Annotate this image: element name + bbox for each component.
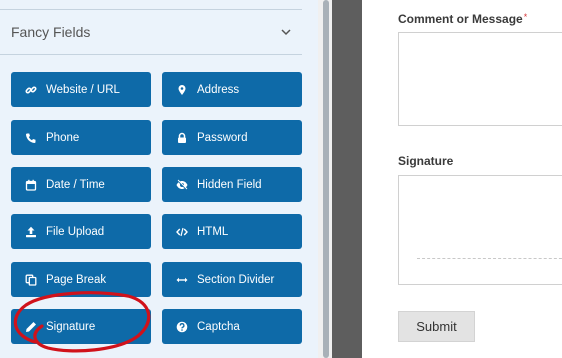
field-button-signature[interactable]: Signature: [11, 309, 151, 344]
section-title: Fancy Fields: [11, 24, 91, 40]
code-icon: [176, 226, 188, 238]
eye-slash-icon: [176, 179, 188, 191]
field-button-section-divider[interactable]: Section Divider: [162, 262, 302, 297]
section-bottom-divider: [0, 54, 302, 55]
field-button-label: Page Break: [46, 273, 107, 286]
field-button-label: Phone: [46, 131, 80, 144]
chevron-down-icon: [278, 24, 294, 40]
comment-label-text: Comment or Message: [398, 12, 523, 26]
field-button-label: Section Divider: [197, 273, 275, 286]
field-button-label: Address: [197, 83, 240, 96]
panel-divider: [332, 0, 362, 358]
field-button-label: Password: [197, 131, 248, 144]
map-pin-icon: [176, 84, 188, 96]
field-button-captcha[interactable]: Captcha: [162, 309, 302, 344]
form-preview: Comment or Message* Signature Submit: [362, 0, 562, 358]
submit-button[interactable]: Submit: [398, 311, 475, 342]
question-circle-icon: [176, 321, 188, 333]
field-button-label: File Upload: [46, 225, 105, 238]
field-button-label: Signature: [46, 320, 96, 333]
field-button-label: Captcha: [197, 320, 240, 333]
comment-field-label: Comment or Message*: [398, 12, 527, 26]
field-button-phone[interactable]: Phone: [11, 120, 151, 155]
field-button-label: Hidden Field: [197, 178, 262, 191]
signature-field-label: Signature: [398, 154, 454, 168]
field-button-date-time[interactable]: Date / Time: [11, 167, 151, 202]
field-button-website-url[interactable]: Website / URL: [11, 72, 151, 107]
lock-icon: [176, 132, 188, 144]
signature-pad[interactable]: [398, 175, 562, 285]
signature-baseline: [417, 258, 562, 259]
copy-icon: [25, 274, 37, 286]
field-button-file-upload[interactable]: File Upload: [11, 214, 151, 249]
phone-icon: [25, 132, 37, 144]
required-asterisk: *: [523, 12, 528, 22]
fancy-fields-section-toggle[interactable]: Fancy Fields: [0, 10, 302, 54]
field-button-label: HTML: [197, 225, 229, 238]
fields-panel: Fancy Fields Website / URL Address Phone…: [0, 0, 318, 358]
arrows-h-icon: [176, 274, 188, 286]
comment-textarea[interactable]: [398, 32, 562, 126]
field-button-label: Website / URL: [46, 83, 120, 96]
field-button-html[interactable]: HTML: [162, 214, 302, 249]
pen-icon: [25, 321, 37, 333]
field-button-label: Date / Time: [46, 178, 105, 191]
panel-scrollbar-thumb[interactable]: [323, 0, 329, 358]
field-button-address[interactable]: Address: [162, 72, 302, 107]
field-button-hidden-field[interactable]: Hidden Field: [162, 167, 302, 202]
field-button-page-break[interactable]: Page Break: [11, 262, 151, 297]
upload-icon: [25, 226, 37, 238]
calendar-icon: [25, 179, 37, 191]
field-button-password[interactable]: Password: [162, 120, 302, 155]
link-icon: [25, 84, 37, 96]
